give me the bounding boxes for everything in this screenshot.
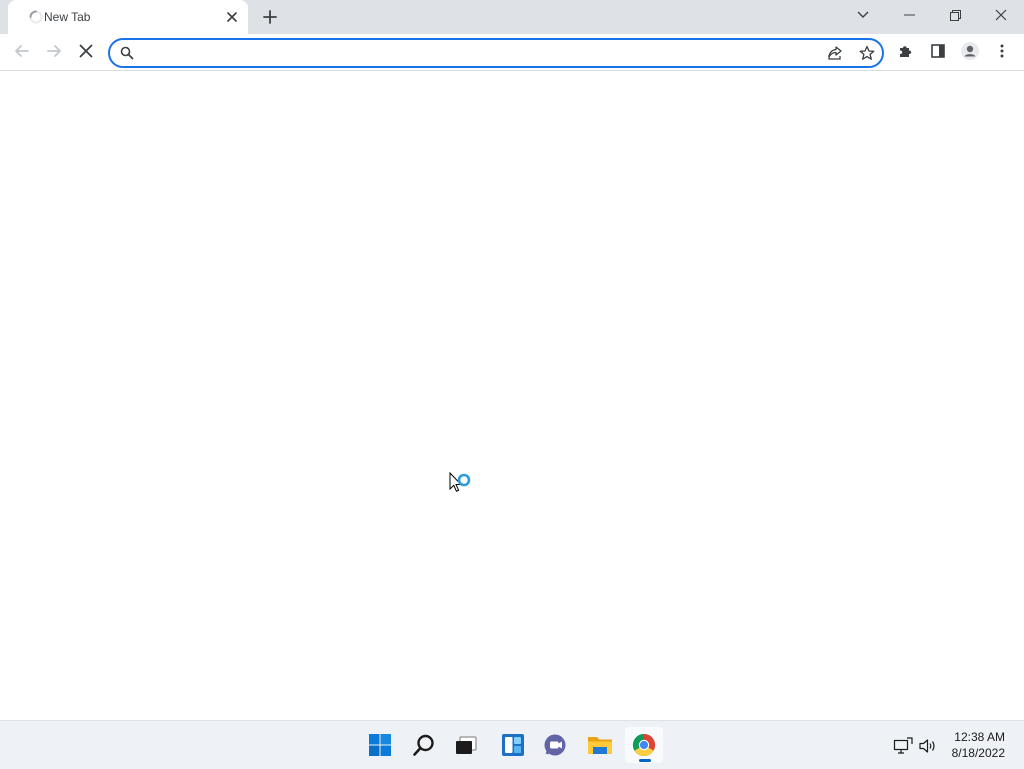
minimize-button[interactable] bbox=[886, 0, 932, 30]
arrow-left-icon bbox=[14, 43, 30, 59]
start-icon bbox=[368, 733, 392, 757]
plus-icon bbox=[263, 10, 277, 24]
search-icon bbox=[412, 733, 436, 757]
file-explorer-icon bbox=[587, 733, 613, 757]
stop-loading-button[interactable] bbox=[72, 37, 100, 65]
chrome-icon bbox=[632, 733, 656, 757]
chevron-down-icon bbox=[857, 11, 869, 19]
teams-chat-button[interactable] bbox=[537, 727, 575, 763]
back-button[interactable] bbox=[8, 37, 36, 65]
close-icon bbox=[995, 9, 1007, 21]
bookmark-star-icon[interactable] bbox=[856, 42, 878, 64]
busy-cursor-icon bbox=[449, 472, 473, 500]
tab-close-icon[interactable] bbox=[224, 9, 240, 25]
address-bar[interactable] bbox=[108, 38, 884, 68]
arrow-right-icon bbox=[46, 43, 62, 59]
search-icon bbox=[120, 46, 134, 60]
extensions-button[interactable] bbox=[892, 37, 920, 65]
new-tab-button[interactable] bbox=[259, 6, 281, 28]
tab-search-button[interactable] bbox=[840, 0, 886, 30]
loading-spinner-icon bbox=[29, 10, 43, 24]
task-view-button[interactable] bbox=[447, 727, 485, 763]
tab-title: New Tab bbox=[44, 10, 91, 24]
tab-new-tab[interactable]: New Tab bbox=[8, 0, 248, 34]
taskbar: 12:38 AM 8/18/2022 bbox=[0, 720, 1024, 769]
stop-x-icon bbox=[79, 44, 93, 58]
clock-time: 12:38 AM bbox=[954, 730, 1005, 744]
start-button[interactable] bbox=[361, 727, 399, 763]
restore-button[interactable] bbox=[932, 0, 978, 30]
teams-chat-icon bbox=[543, 733, 569, 757]
file-explorer-button[interactable] bbox=[581, 727, 619, 763]
tab-strip: New Tab bbox=[0, 0, 1024, 34]
puzzle-icon bbox=[898, 43, 914, 59]
share-icon[interactable] bbox=[824, 42, 846, 64]
widgets-button[interactable] bbox=[494, 727, 532, 763]
clock-date: 8/18/2022 bbox=[951, 746, 1005, 760]
forward-button[interactable] bbox=[40, 37, 68, 65]
widgets-icon bbox=[501, 733, 525, 757]
menu-button[interactable] bbox=[988, 37, 1016, 65]
page-content bbox=[0, 71, 1024, 720]
avatar-icon bbox=[960, 41, 980, 61]
side-panel-button[interactable] bbox=[924, 37, 952, 65]
profile-button[interactable] bbox=[956, 37, 984, 65]
system-clock[interactable]: 12:38 AM 8/18/2022 bbox=[952, 729, 1005, 761]
chrome-taskbar-button[interactable] bbox=[625, 727, 663, 763]
volume-icon[interactable] bbox=[917, 735, 939, 757]
kebab-menu-icon bbox=[1000, 44, 1004, 58]
browser-toolbar bbox=[0, 34, 1024, 71]
address-input[interactable] bbox=[142, 42, 826, 66]
close-window-button[interactable] bbox=[978, 0, 1024, 30]
side-panel-icon bbox=[930, 43, 946, 59]
network-icon[interactable] bbox=[892, 735, 914, 757]
task-view-icon bbox=[454, 733, 478, 757]
active-indicator bbox=[639, 759, 651, 762]
restore-icon bbox=[949, 9, 961, 21]
taskbar-search-button[interactable] bbox=[405, 727, 443, 763]
minimize-icon bbox=[903, 14, 915, 16]
